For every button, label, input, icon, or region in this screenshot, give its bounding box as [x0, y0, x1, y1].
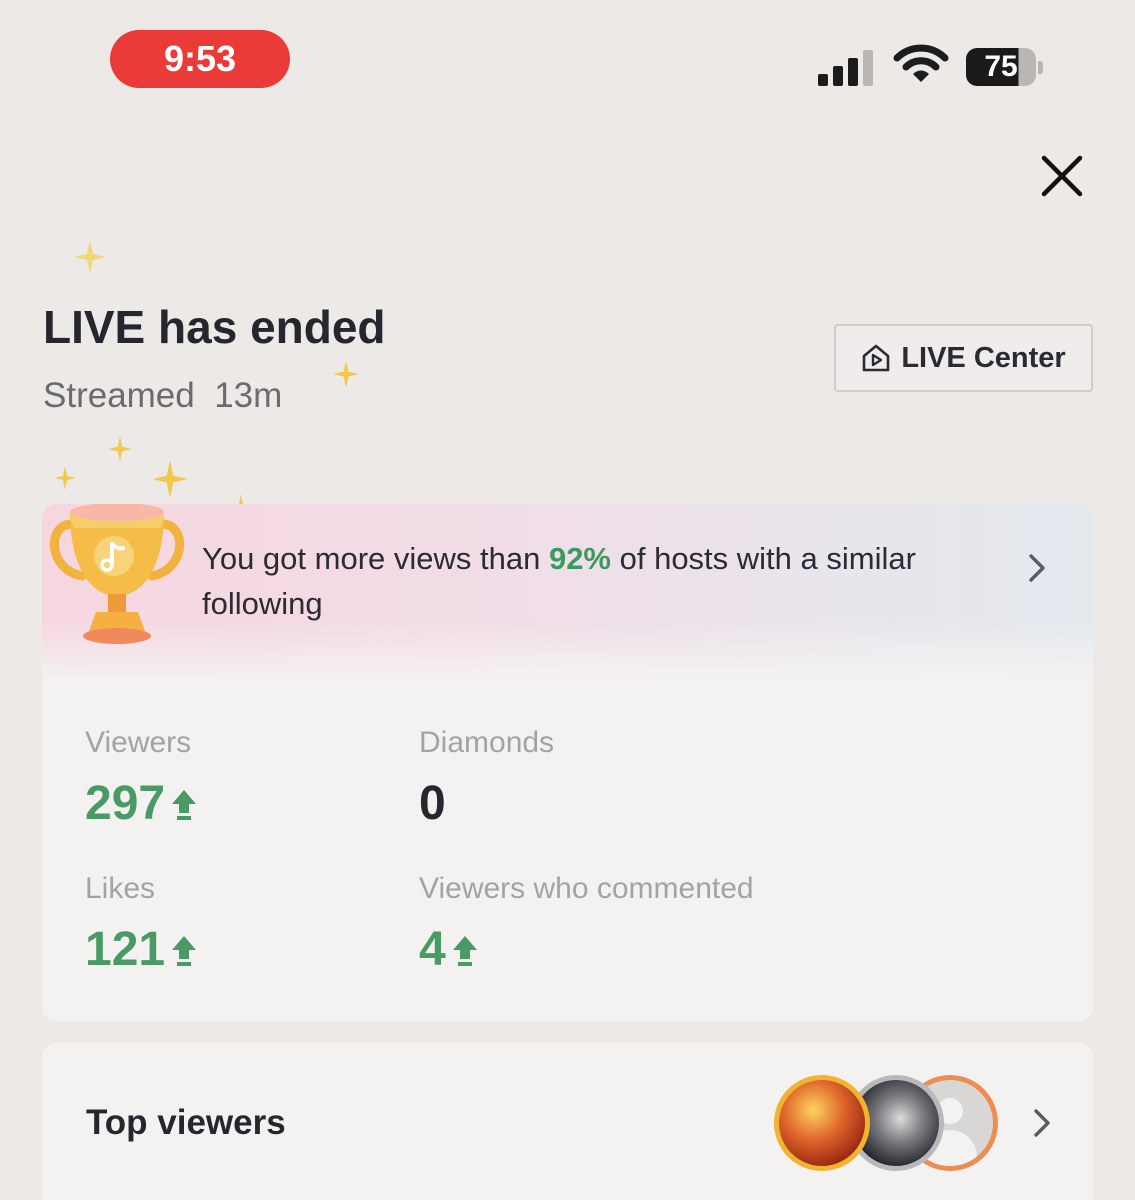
percentile-value: 92% [548, 541, 611, 576]
live-ended-screen: 9:53 75 LIVE has ended Streamed 13m LIVE… [0, 0, 1135, 1200]
battery-icon: 75 [966, 48, 1043, 86]
viewers-value: 297 [85, 777, 166, 830]
live-stats-card: You got more views than 92% of hosts wit… [42, 504, 1093, 1021]
top-viewers-label: Top viewers [86, 1103, 286, 1142]
avatar[interactable] [774, 1075, 870, 1171]
performance-message: You got more views than 92% of hosts wit… [202, 536, 992, 626]
viewers-label: Viewers [85, 726, 192, 759]
trophy-icon [49, 504, 185, 644]
diamonds-label: Diamonds [419, 726, 555, 759]
viewers-stat: 297 [85, 776, 199, 831]
diamonds-value: 0 [419, 777, 446, 830]
commenters-stat: 4 [419, 922, 480, 977]
stream-duration: Streamed 13m [43, 376, 282, 416]
likes-stat: 121 [85, 922, 199, 977]
house-play-icon [863, 344, 890, 372]
sparkle-icon [333, 360, 359, 388]
sparkle-icon [54, 466, 76, 490]
sparkle-icon [152, 460, 188, 498]
streamed-label: Streamed [43, 376, 195, 415]
diamonds-stat: 0 [419, 776, 446, 831]
sparkle-icon [74, 240, 106, 274]
duration-value: 13m [214, 376, 283, 415]
wifi-icon [893, 44, 949, 82]
message-prefix: You got more views than [202, 541, 549, 576]
close-icon[interactable] [1038, 152, 1086, 200]
top-viewers-row[interactable]: Top viewers [42, 1043, 1093, 1200]
chevron-right-icon[interactable] [1022, 550, 1052, 586]
trend-up-icon [452, 935, 477, 966]
live-center-label: LIVE Center [901, 341, 1066, 374]
chevron-right-icon[interactable] [1027, 1105, 1057, 1141]
sparkle-icon [108, 436, 132, 462]
commenters-value: 4 [419, 923, 446, 976]
trend-up-icon [172, 789, 197, 820]
commenters-label: Viewers who commented [419, 872, 754, 905]
trend-up-icon [172, 935, 197, 966]
battery-tip [1038, 61, 1043, 74]
live-center-button[interactable]: LIVE Center [834, 324, 1093, 392]
signal-icon [818, 50, 873, 86]
page-title: LIVE has ended [43, 301, 386, 353]
likes-label: Likes [85, 872, 156, 905]
battery-level: 75 [966, 48, 1036, 86]
status-time[interactable]: 9:53 [110, 30, 290, 88]
likes-value: 121 [85, 923, 166, 976]
